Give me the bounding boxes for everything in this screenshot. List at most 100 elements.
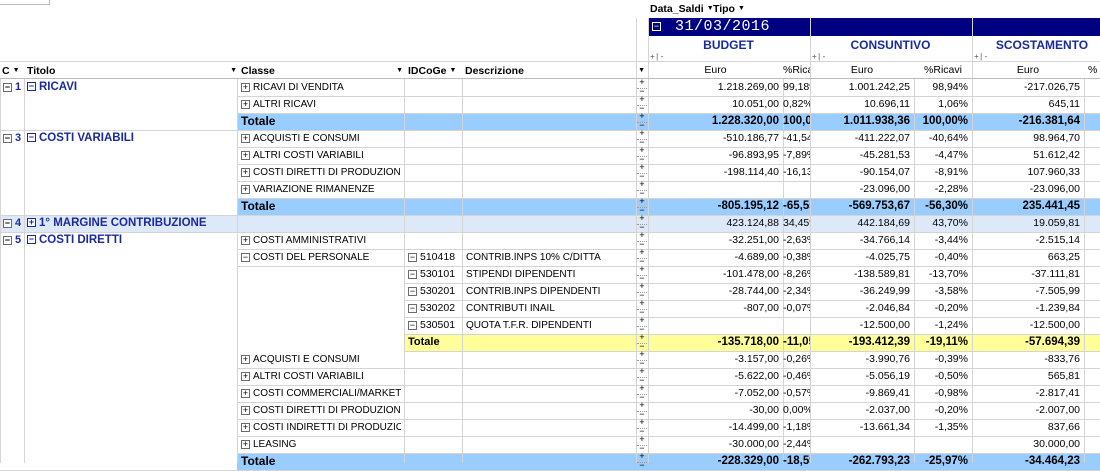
group-consuntivo[interactable]: CONSUNTIVO [810,38,971,52]
expand-icon[interactable]: + [241,99,250,109]
field-idcoge[interactable]: IDCoGe ▼ [408,63,456,78]
value-cell [1084,419,1100,436]
classe-total-label[interactable]: Totale [241,453,401,470]
row-classe-cell[interactable]: + ACQUISTI E CONSUMI [241,351,401,368]
expand-icon[interactable]: + [241,422,250,432]
collapse-icon[interactable]: − [3,235,12,245]
row-classe-cell[interactable]: + RICAVI DI VENDITA [241,79,401,96]
row-classe-label: LEASING [253,439,297,450]
row-idcoge-cell[interactable]: −530201 [408,283,455,300]
value-cell: -13.661,34 [859,421,910,433]
value-cell: 99,18% [783,81,810,93]
row-classe-cell[interactable]: − COSTI DEL PERSONALE [241,249,401,266]
row-classe-cell[interactable]: + ACQUISTI E CONSUMI [241,130,401,147]
row-classe-cell[interactable]: + ALTRI COSTI VARIABILI [241,147,401,164]
grid-vline [972,18,973,79]
expand-icon[interactable]: + [27,218,36,228]
value-cell [1084,79,1100,96]
value-cell [1084,198,1100,215]
idcoge-total-label[interactable]: Totale [408,334,440,351]
value-cell [1084,215,1100,232]
expand-icon[interactable]: + [241,133,250,143]
row-idcoge-cell[interactable]: −530202 [408,300,455,317]
collapse-icon[interactable]: − [408,252,417,262]
value-cell [1084,249,1100,266]
field-titolo-label: Titolo [27,64,56,77]
row-idcoge-cell[interactable]: −510418 [408,249,455,266]
expand-icon[interactable]: + [241,371,250,381]
expand-icon[interactable]: + [241,184,250,194]
value-cell [1084,232,1100,249]
expand-icon[interactable]: + [241,439,250,449]
field-titolo[interactable]: Titolo ▼ [27,63,237,78]
collapse-icon[interactable]: − [652,22,661,32]
collapse-icon[interactable]: − [3,82,12,92]
collapse-icon[interactable]: − [408,303,417,313]
group-budget[interactable]: BUDGET [648,38,809,52]
field-tipo[interactable]: Tipo ▼ [713,1,745,16]
row-idcoge-cell[interactable]: −530501 [408,317,455,334]
expand-icon[interactable]: + [241,150,250,160]
measure-header[interactable]: Euro [648,62,783,79]
field-descrizione[interactable]: Descrizione ▼ [465,63,645,78]
collapse-icon[interactable]: − [27,82,36,92]
measure-header[interactable]: Euro [810,62,914,79]
row-classe-cell[interactable]: + COSTI DIRETTI DI PRODUZIONE [241,164,401,181]
row-classe-cell[interactable]: + VARIAZIONE RIMANENZE [241,181,401,198]
row-titolo-cell[interactable]: − COSTI DIRETTI [27,232,122,249]
row-c-cell[interactable]: −1 [3,79,21,96]
value-cell: 837,66 [1047,421,1080,433]
collapse-icon[interactable]: − [3,133,12,143]
measure-header[interactable]: %Ricavi [783,62,810,79]
value-cell [1084,402,1100,419]
expand-icon[interactable]: + [241,354,250,364]
expand-icon[interactable]: + [241,167,250,177]
row-classe-cell[interactable]: +COSTI INDIRETTI DI PRODUZIONE [241,419,401,436]
row-c-cell[interactable]: −5 [3,232,21,249]
row-classe-cell[interactable]: + COSTI AMMINISTRATIVI [241,232,401,249]
row-c-cell[interactable]: −4 [3,215,21,232]
grid-vline [24,79,25,463]
row-classe-label: COSTI DIRETTI DI PRODUZIONE [253,167,401,178]
expand-icon[interactable]: + [241,405,250,415]
value-cell: -411.222,07 [854,132,910,144]
row-titolo-cell[interactable]: +1° MARGINE CONTRIBUZIONE [27,215,207,232]
measure-header[interactable]: %Ricavi [914,62,972,79]
group-scostamento[interactable]: SCOSTAMENTO [972,38,1100,52]
expand-icon[interactable]: + [241,82,250,92]
collapse-icon[interactable]: − [27,133,36,143]
collapse-icon[interactable]: − [408,286,417,296]
value-cell: 442.184,69 [857,217,910,229]
measure-header[interactable]: % [1084,62,1100,79]
collapse-icon[interactable]: − [408,320,417,330]
value-cell: 34,45% [783,217,810,229]
value-cell: -57.694,39 [1025,336,1080,348]
measure-header[interactable]: Euro [972,62,1084,79]
field-c[interactable]: C ▼ [2,63,20,78]
collapse-icon[interactable]: − [3,218,12,228]
row-c-cell[interactable]: −3 [3,130,21,147]
row-titolo-cell[interactable]: − COSTI VARIABILI [27,130,134,147]
grid-vline [0,79,1,463]
row-classe-cell[interactable]: + COSTI DIRETTI DI PRODUZIONE [241,402,401,419]
expand-icon[interactable]: + [241,235,250,245]
row-classe-cell[interactable]: + ALTRI RICAVI [241,96,401,113]
classe-total-label[interactable]: Totale [241,113,401,130]
row-titolo-cell[interactable]: − RICAVI [27,79,77,96]
value-cell: -510.186,77 [722,132,779,144]
field-classe[interactable]: Classe ▼ [241,63,403,78]
row-classe-label: COSTI INDIRETTI DI PRODUZIONE [253,422,401,433]
collapse-icon[interactable]: − [408,269,417,279]
row-classe-cell[interactable]: + ALTRI COSTI VARIABILI [241,368,401,385]
row-classe-cell[interactable]: + LEASING [241,436,401,453]
row-classe-cell[interactable]: +COSTI COMMERCIALI/MARKETING [241,385,401,402]
classe-total-label[interactable]: Totale [241,198,401,215]
value-cell [1084,147,1100,164]
row-idcoge-cell[interactable]: −530101 [408,266,455,283]
collapse-icon[interactable]: − [241,252,250,262]
field-c-label: C [2,64,10,77]
collapse-icon[interactable]: − [27,235,36,245]
expand-icon[interactable]: + [241,388,250,398]
field-data-saldi[interactable]: Data_Saldi ▼ [650,1,714,16]
row-descrizione-cell: CONTRIB.INPS 10% C/DITTA [466,252,601,263]
